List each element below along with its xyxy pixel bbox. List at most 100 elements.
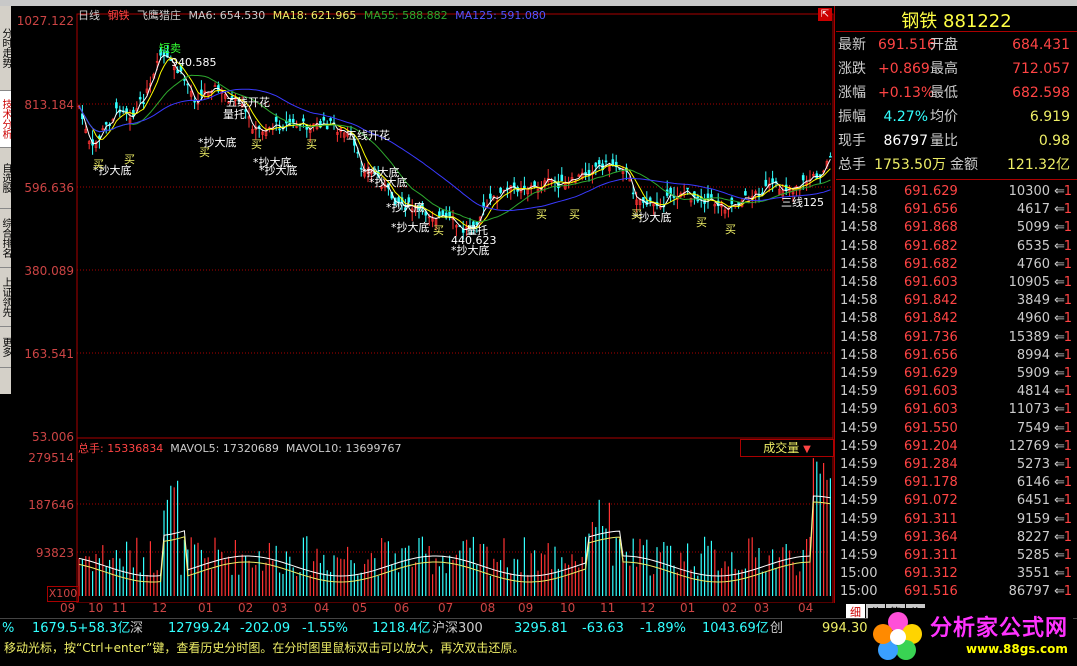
candle-body [801, 175, 805, 181]
tick-price: 691.603 [904, 402, 958, 418]
price-panel-border [76, 13, 834, 439]
date-label: 04 [314, 601, 330, 615]
quote-value: 0.98 [1038, 133, 1070, 149]
tab-watchlist[interactable]: 自选股 [0, 148, 11, 209]
quote-row: 涨跌 +0.869 最高 712.057 [838, 57, 1070, 81]
quote-label: 现手 [838, 133, 866, 149]
tick-price: 691.311 [904, 511, 958, 527]
candle-body [597, 160, 601, 165]
quote-label: 最低 [930, 85, 958, 101]
total-volume-label: 总手: 15336834 [78, 442, 164, 455]
tick-time: 14:59 [840, 438, 878, 454]
tick-flag: 1 [1063, 548, 1072, 563]
candle-body [438, 211, 441, 217]
tick-flag: 1 [1063, 457, 1072, 472]
chart-annotation: 买 [696, 216, 707, 229]
quote-value: 4.27% [883, 109, 928, 125]
candle-body [441, 210, 445, 216]
quote-row: 现手 86797 量比 0.98 [838, 129, 1070, 153]
chart-annotation: 买 [433, 224, 444, 237]
chart-annotation: 买 [306, 138, 317, 151]
indicator-name[interactable]: 飞鹰猎庄 [137, 9, 181, 22]
tick-flag: 1 [1063, 202, 1072, 218]
candle-body [499, 187, 502, 193]
tick-volume: 10300 [1008, 184, 1050, 199]
tick-row: 14:59 691.603 4814 ⇐ 1 [840, 383, 1072, 401]
quote-label: 振幅 [838, 109, 866, 125]
price-axis-label: 596.636 [24, 181, 74, 195]
tick-volume: 12769 [1008, 438, 1050, 454]
restore-icon[interactable]: ⇱ [818, 8, 832, 21]
tick-row: 14:59 691.364 8227 ⇐ 1 [840, 529, 1072, 547]
chart-annotation: *抄大底 [386, 200, 425, 214]
chart-annotation: *抄大底 [369, 175, 408, 189]
quote-label: 量比 [930, 133, 958, 149]
index-name[interactable]: 深 [130, 619, 143, 639]
candle-body [132, 109, 135, 117]
tick-price: 691.364 [904, 529, 958, 545]
tick-flag: 1 [1063, 529, 1072, 545]
tick-flag: 1 [1063, 329, 1072, 345]
candle-body [183, 79, 186, 81]
tick-price: 691.516 [904, 584, 958, 600]
volume-indicator-select[interactable]: 成交量 ▼ [740, 439, 834, 457]
quote-value: 691.516 [878, 37, 936, 53]
tick-volume: 8994 [1016, 347, 1050, 363]
date-label: 09 [518, 601, 534, 615]
chart-annotation: 量托 [223, 107, 245, 121]
logo-name: 分析家公式网 [930, 616, 1069, 641]
tick-volume: 86797 [1008, 584, 1050, 600]
index-name[interactable]: 创 [770, 619, 783, 639]
tick-flag: 1 [1063, 511, 1072, 527]
stock-code: 881222 [943, 11, 1012, 32]
tick-volume: 15389 [1008, 329, 1050, 345]
tick-flag: 1 [1063, 220, 1072, 236]
date-label: 06 [394, 601, 410, 615]
tick-flag: 1 [1063, 256, 1072, 272]
tick-flag: 1 [1063, 311, 1072, 327]
tick-price: 691.550 [904, 420, 958, 436]
tick-price: 691.868 [904, 220, 958, 236]
stock-name-label: 钢铁 [107, 9, 130, 22]
chart-annotation: 940.585 [171, 56, 217, 69]
tick-row: 14:59 691.072 6451 ⇐ 1 [840, 492, 1072, 510]
chart-annotation: 五线开花 [226, 95, 270, 109]
logo-url: www.88gs.com [966, 642, 1068, 656]
candle-body [104, 122, 108, 125]
quote-label: 均价 [930, 109, 958, 125]
date-label: 04 [798, 601, 814, 615]
tick-volume: 6535 [1016, 238, 1050, 254]
ma6-label: MA6: 654.530 [188, 9, 266, 22]
period-label[interactable]: 日线 [78, 9, 100, 22]
tick-price: 691.629 [904, 366, 958, 381]
price-axis-label: 813.184 [24, 98, 74, 112]
tick-row: 14:59 691.178 6146 ⇐ 1 [840, 474, 1072, 492]
tick-row: 14:58 691.629 10300 ⇐ 1 [840, 183, 1072, 201]
date-label: 03 [754, 601, 770, 615]
tick-time: 14:59 [840, 548, 878, 563]
tick-flag: 1 [1063, 402, 1072, 418]
tick-flag: 1 [1063, 493, 1072, 509]
tick-flag: 1 [1063, 566, 1072, 582]
quote-value: 86797 [883, 133, 928, 149]
candle-body [587, 169, 591, 176]
tick-volume: 6146 [1016, 475, 1050, 491]
tab-ranking[interactable]: 综合排名 [0, 209, 11, 268]
tick-volume: 11073 [1008, 402, 1050, 418]
index-value: -202.09 [240, 621, 291, 636]
kline-chart-area[interactable]: 短卖 940.585 440.623 五线开花 五线开花 量托 量托 三线125 *抄大底 *抄大… [11, 6, 835, 603]
tick-flag: 1 [1063, 293, 1072, 309]
quote-value: +0.13% [878, 85, 935, 101]
ma55-line [78, 74, 831, 223]
tick-flag: 1 [1063, 384, 1072, 400]
tick-time: 14:58 [840, 238, 878, 254]
stock-title: 钢铁 881222 [836, 7, 1077, 32]
left-tab-strip: 分时走势 技术分析 自选股 综合排名 上证领先 更多 [0, 6, 11, 394]
tick-volume: 5099 [1016, 220, 1050, 236]
date-label: 12 [640, 601, 656, 615]
candle-body [631, 192, 635, 195]
tick-time: 14:58 [840, 293, 878, 309]
tick-volume: 3849 [1016, 293, 1050, 309]
index-name[interactable]: 沪深300 [432, 619, 483, 639]
tick-volume: 5273 [1016, 457, 1050, 472]
